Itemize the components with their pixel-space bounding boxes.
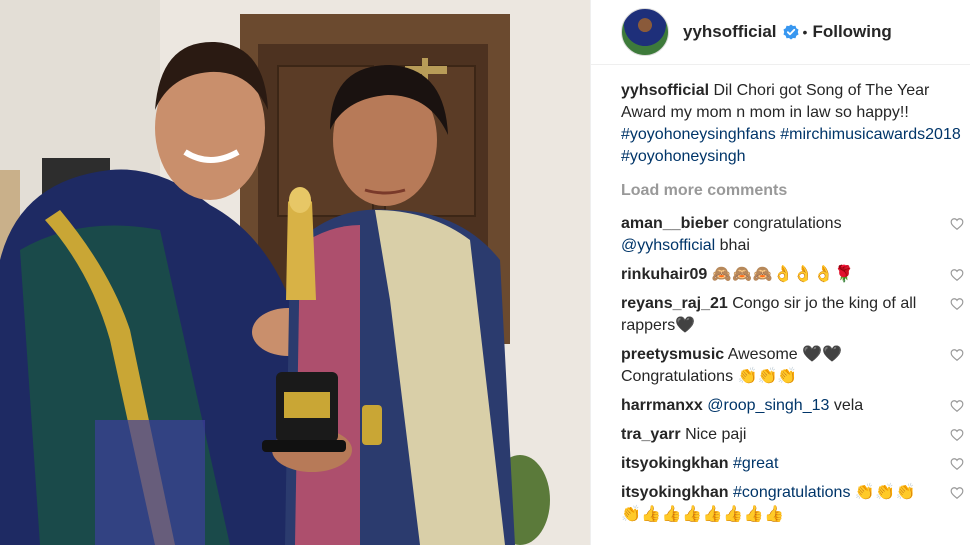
heart-outline-icon[interactable] (950, 486, 964, 500)
comment-mention[interactable]: @yyhsofficial (621, 237, 715, 254)
comment-text: 🙈🙈🙈👌👌👌🌹 (711, 266, 855, 283)
comment-username[interactable]: itsyokingkhan (621, 455, 729, 472)
post-sidebar: yyhsofficial • Following yyhsofficial Di… (590, 0, 970, 545)
heart-outline-icon[interactable] (950, 348, 964, 362)
comment-item: tra_yarr Nice paji (621, 424, 966, 446)
verified-badge-icon (783, 24, 799, 40)
comment-username[interactable]: harrmanxx (621, 397, 703, 414)
comment-hashtag[interactable]: #great (733, 455, 778, 472)
caption-hashtag[interactable]: #mirchimusicawards2018 (780, 126, 961, 143)
comment-username[interactable]: preetysmusic (621, 346, 724, 363)
load-more-comments-button[interactable]: Load more comments (621, 180, 966, 202)
heart-outline-icon[interactable] (950, 268, 964, 282)
comment-username[interactable]: itsyokingkhan (621, 484, 729, 501)
comment-hashtag[interactable]: #congratulations (733, 484, 850, 501)
comment-item: harrmanxx @roop_singh_13 vela (621, 395, 966, 417)
heart-outline-icon[interactable] (950, 217, 964, 231)
comment-username[interactable]: aman__bieber (621, 215, 729, 232)
caption-username[interactable]: yyhsofficial (621, 82, 709, 99)
heart-outline-icon[interactable] (950, 457, 964, 471)
caption-hashtag[interactable]: #yoyohoneysinghfans (621, 126, 776, 143)
comment-item: itsyokingkhan #congratulations 👏👏👏👏👍👍👍👍👍… (621, 482, 966, 526)
comment-text: vela (833, 397, 864, 414)
following-button[interactable]: Following (812, 22, 891, 42)
comment-username[interactable]: reyans_raj_21 (621, 295, 728, 312)
photo-illustration (0, 0, 590, 545)
comment-item: aman__bieber congratulations @yyhsoffici… (621, 213, 966, 257)
header-username[interactable]: yyhsofficial (683, 22, 777, 42)
comment-mention[interactable]: @roop_singh_13 (707, 397, 829, 414)
comment-text: Nice paji (685, 426, 747, 443)
caption-hashtag[interactable]: #yoyohoneysingh (621, 148, 746, 165)
avatar[interactable] (621, 8, 669, 56)
comment-username[interactable]: tra_yarr (621, 426, 681, 443)
comment-item: itsyokingkhan #great (621, 453, 966, 475)
comment-username[interactable]: rinkuhair09 (621, 266, 707, 283)
heart-outline-icon[interactable] (950, 399, 964, 413)
comment-item: reyans_raj_21 Congo sir jo the king of a… (621, 293, 966, 337)
comment-item: rinkuhair09 🙈🙈🙈👌👌👌🌹 (621, 264, 966, 286)
comment-text: bhai⁣⁣⁣ (719, 237, 750, 254)
post-header: yyhsofficial • Following (591, 0, 970, 65)
heart-outline-icon[interactable] (950, 428, 964, 442)
heart-outline-icon[interactable] (950, 297, 964, 311)
comment-item: preetysmusic Awesome 🖤🖤 Congratulations … (621, 344, 966, 388)
caption: yyhsofficial Dil Chori got Song of The Y… (621, 80, 966, 168)
comments-section: yyhsofficial Dil Chori got Song of The Y… (621, 80, 966, 533)
comment-text: congratulations (733, 215, 842, 232)
header-separator: • (802, 24, 808, 40)
post-photo[interactable] (0, 0, 590, 545)
